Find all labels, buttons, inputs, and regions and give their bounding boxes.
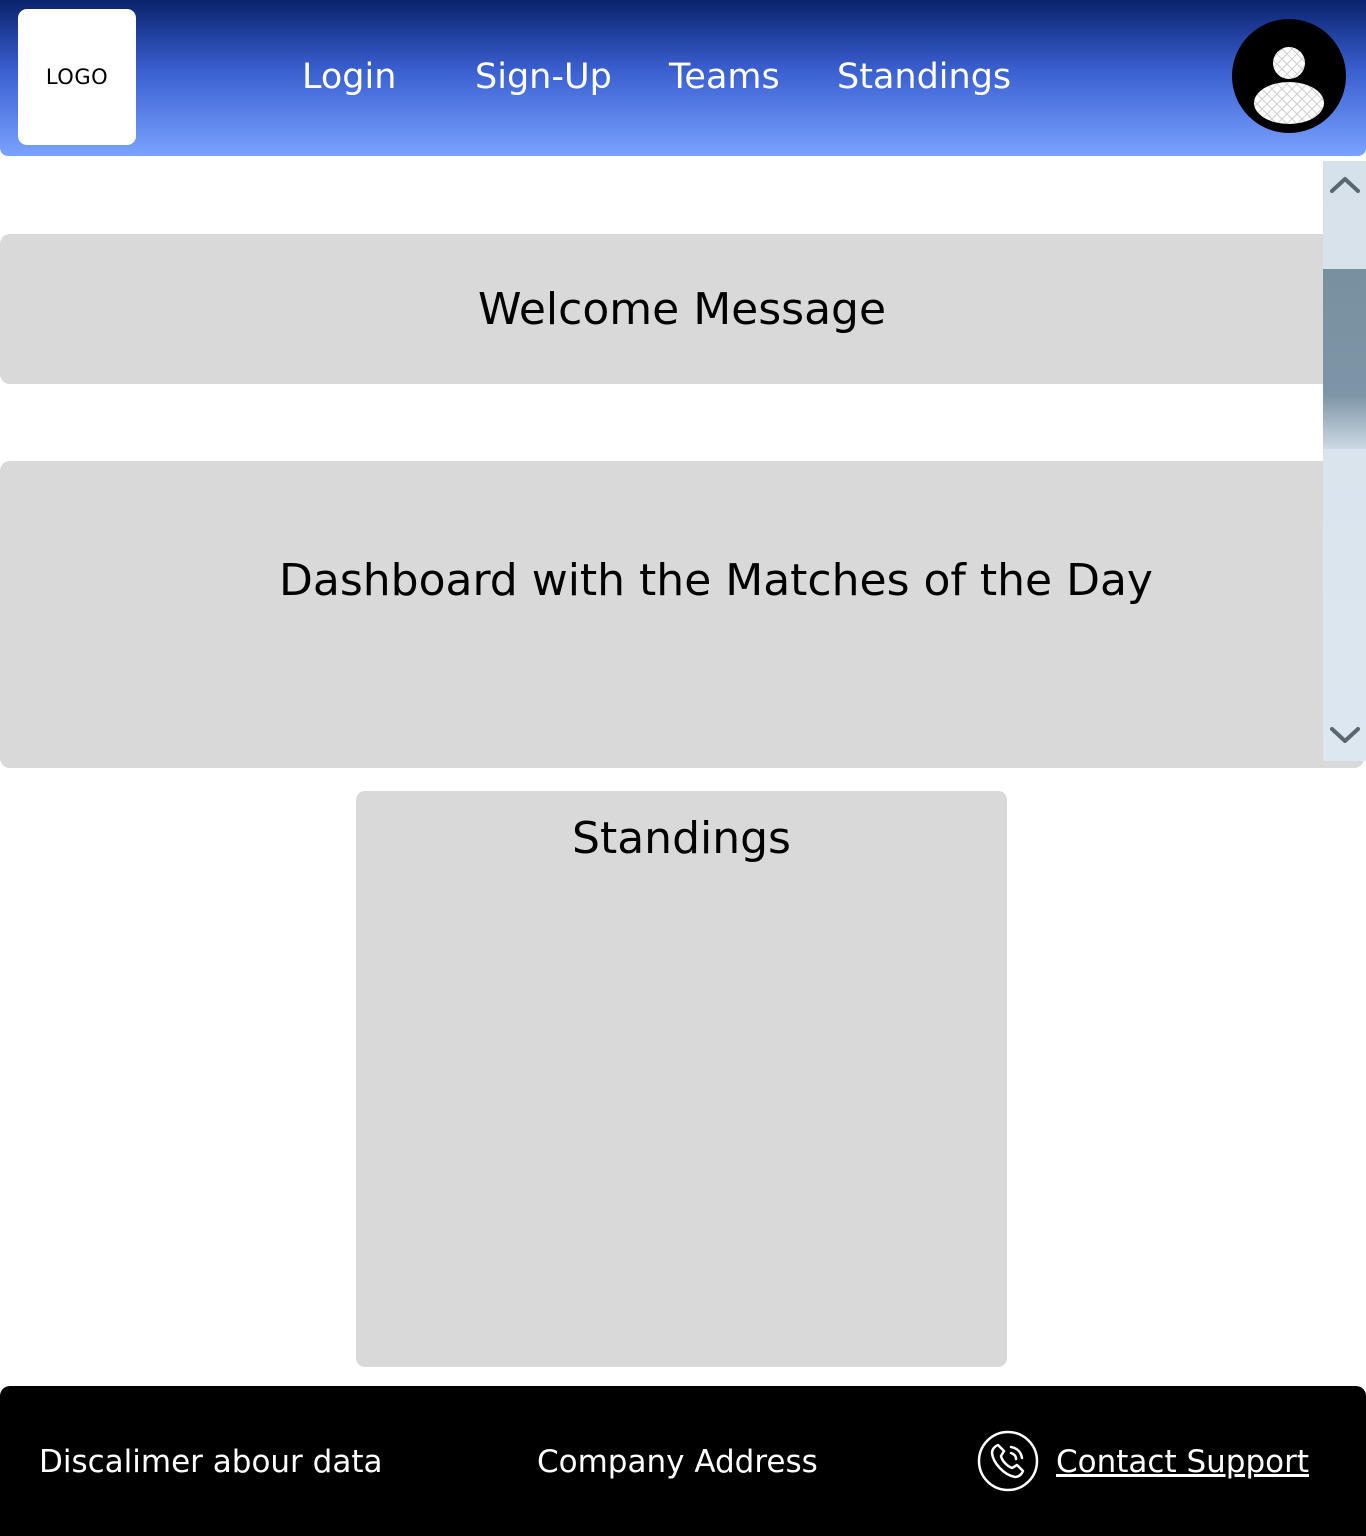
disclaimer-text: Discalimer abour data bbox=[39, 1444, 383, 1480]
user-avatar-icon[interactable] bbox=[1232, 19, 1346, 133]
logo-text: LOGO bbox=[45, 65, 109, 89]
nav-login-link[interactable]: Login bbox=[302, 54, 396, 100]
chevron-down-icon[interactable] bbox=[1328, 721, 1362, 751]
footer: Discalimer abour data Company Address Co… bbox=[0, 1386, 1366, 1536]
phone-icon[interactable] bbox=[976, 1429, 1040, 1493]
standings-title: Standings bbox=[572, 813, 791, 864]
scrollbar-thumb[interactable] bbox=[1323, 269, 1366, 449]
company-address: Company Address bbox=[537, 1444, 818, 1480]
chevron-up-icon[interactable] bbox=[1328, 169, 1362, 199]
top-nav-bar: LOGO Login Sign-Up Teams Standings bbox=[0, 0, 1366, 156]
matches-dashboard-panel: Dashboard with the Matches of the Day bbox=[0, 461, 1364, 768]
nav-standings-link[interactable]: Standings bbox=[837, 54, 1011, 100]
vertical-scrollbar[interactable] bbox=[1323, 161, 1366, 761]
nav-teams-link[interactable]: Teams bbox=[669, 54, 780, 100]
contact-support-link[interactable]: Contact Support bbox=[1056, 1442, 1309, 1482]
welcome-panel: Welcome Message bbox=[0, 234, 1340, 384]
welcome-message: Welcome Message bbox=[477, 283, 887, 335]
standings-panel: Standings bbox=[356, 791, 1007, 1367]
dashboard-title: Dashboard with the Matches of the Day bbox=[279, 555, 1153, 606]
nav-signup-link[interactable]: Sign-Up bbox=[475, 54, 612, 100]
logo[interactable]: LOGO bbox=[18, 9, 136, 145]
